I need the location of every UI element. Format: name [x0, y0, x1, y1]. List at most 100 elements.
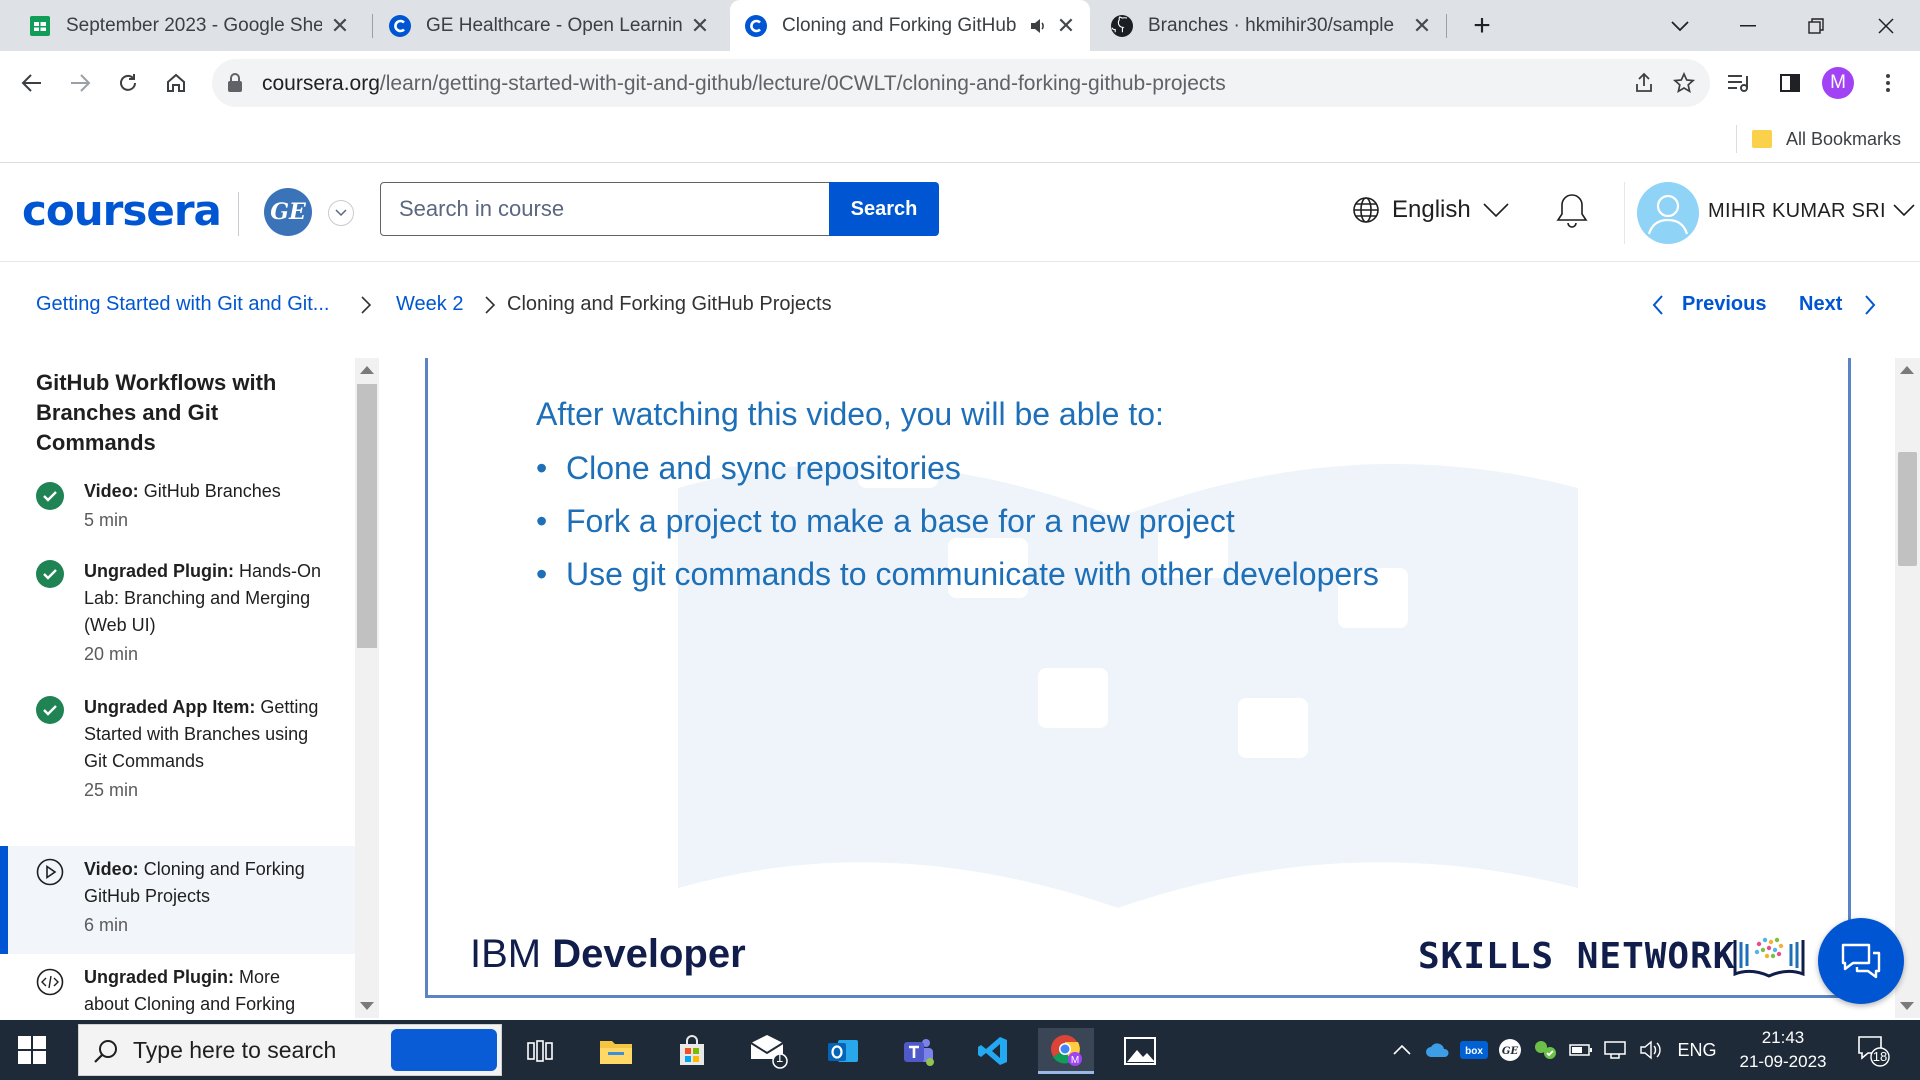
- system-clock[interactable]: 21:43 21-09-2023: [1728, 1026, 1838, 1074]
- chrome-icon[interactable]: M: [1038, 1028, 1094, 1074]
- sidebar-scrollbar[interactable]: [355, 358, 379, 1018]
- chat-bubbles-icon: [1841, 943, 1881, 979]
- item-type: Ungraded Plugin:: [84, 967, 234, 987]
- lock-icon[interactable]: [226, 72, 244, 94]
- microsoft-store-icon[interactable]: [664, 1028, 720, 1074]
- outline-item[interactable]: Ungraded App Item: Getting Started with …: [0, 686, 355, 846]
- folder-icon: [1752, 130, 1772, 148]
- search-button[interactable]: Search: [829, 182, 939, 236]
- notification-center-icon[interactable]: 18: [1856, 1034, 1890, 1068]
- org-switcher-chevron-icon[interactable]: [328, 200, 354, 226]
- taskbar-search-placeholder: Type here to search: [133, 1037, 337, 1063]
- taskbar-search-box[interactable]: Type here to search: [78, 1024, 502, 1076]
- tab-title: Branches · hkmihir30/sample: [1148, 14, 1395, 36]
- svg-text:GE: GE: [1502, 1046, 1519, 1057]
- breadcrumb-course[interactable]: Getting Started with Git and Git...: [36, 293, 329, 316]
- header-divider: [238, 192, 239, 236]
- video-player[interactable]: After watching this video, you will be a…: [425, 358, 1851, 998]
- task-view-icon[interactable]: [512, 1028, 568, 1074]
- address-bar[interactable]: coursera.org/learn/getting-started-with-…: [212, 59, 1710, 107]
- input-language[interactable]: ENG: [1674, 1020, 1720, 1080]
- onedrive-icon[interactable]: [1422, 1020, 1454, 1080]
- ethernet-icon[interactable]: [1600, 1020, 1630, 1080]
- coursera-logo[interactable]: coursera: [22, 186, 222, 235]
- mail-icon[interactable]: 1: [740, 1028, 796, 1074]
- ge-tray-icon[interactable]: GE: [1494, 1020, 1526, 1080]
- reload-icon[interactable]: [110, 65, 146, 101]
- user-name[interactable]: MIHIR KUMAR SRI...: [1708, 200, 1884, 223]
- all-bookmarks-label: All Bookmarks: [1786, 128, 1902, 149]
- show-hidden-icons-chevron-icon[interactable]: [1388, 1020, 1416, 1080]
- minimize-window-icon[interactable]: [1728, 0, 1768, 51]
- notifications-bell-icon[interactable]: [1554, 192, 1590, 230]
- coursera-favicon-icon: [388, 14, 412, 38]
- scroll-up-arrow-icon[interactable]: [1900, 366, 1914, 374]
- close-window-icon[interactable]: [1866, 0, 1906, 51]
- outline-item-current[interactable]: Video: Cloning and Forking GitHub Projec…: [0, 846, 355, 954]
- tab-github-branches[interactable]: Branches · hkmihir30/sample ✕: [1096, 0, 1446, 51]
- network-status-tray-icon[interactable]: [1530, 1020, 1562, 1080]
- chevron-down-icon[interactable]: [1893, 204, 1915, 218]
- browser-toolbar: coursera.org/learn/getting-started-with-…: [0, 51, 1920, 115]
- search-icon: [93, 1038, 119, 1064]
- ge-logo[interactable]: GE: [264, 188, 312, 236]
- active-indicator: [0, 846, 8, 954]
- scroll-up-arrow-icon[interactable]: [360, 366, 374, 374]
- scroll-down-arrow-icon[interactable]: [1900, 1002, 1914, 1010]
- scrollbar-thumb[interactable]: [357, 384, 377, 648]
- restore-window-icon[interactable]: [1796, 0, 1836, 51]
- item-duration: 6 min: [84, 915, 129, 935]
- language-selector[interactable]: English: [1352, 196, 1509, 224]
- tab-search-icon[interactable]: [1660, 0, 1700, 51]
- battery-icon[interactable]: [1566, 1020, 1596, 1080]
- windows-start-icon[interactable]: [18, 1036, 46, 1064]
- all-bookmarks-button[interactable]: All Bookmarks: [1752, 123, 1901, 155]
- browser-menu-icon[interactable]: [1870, 65, 1906, 101]
- volume-icon[interactable]: [1636, 1020, 1666, 1080]
- item-duration: 5 min: [84, 510, 129, 530]
- tab-google-sheets[interactable]: September 2023 - Google Sheets ✕: [14, 0, 364, 51]
- scroll-down-arrow-icon[interactable]: [360, 1002, 374, 1010]
- course-search-input[interactable]: [380, 182, 830, 236]
- close-tab-icon[interactable]: ✕: [690, 13, 710, 39]
- chat-support-button[interactable]: [1818, 918, 1904, 1004]
- outline-item[interactable]: Ungraded Plugin: More about Cloning and …: [0, 954, 355, 1018]
- home-icon[interactable]: [158, 65, 194, 101]
- share-icon[interactable]: [1626, 65, 1662, 101]
- tab-ge-healthcare[interactable]: GE Healthcare - Open Learning Platform ✕: [374, 0, 724, 51]
- new-tab-button[interactable]: +: [1462, 0, 1502, 51]
- vscode-icon[interactable]: [965, 1028, 1021, 1074]
- photos-icon[interactable]: [1112, 1028, 1168, 1074]
- page-scrollbar[interactable]: [1895, 358, 1920, 1018]
- close-tab-icon[interactable]: ✕: [1412, 13, 1432, 39]
- skills-network-book-icon: [1733, 937, 1805, 978]
- url-text[interactable]: coursera.org/learn/getting-started-with-…: [262, 72, 1226, 96]
- item-title: GitHub Branches: [143, 481, 281, 501]
- tab-cloning-forking[interactable]: Cloning and Forking GitHub Projects ✕: [730, 0, 1090, 51]
- back-icon[interactable]: [14, 65, 50, 101]
- side-panel-icon[interactable]: [1772, 65, 1808, 101]
- outlook-icon[interactable]: [815, 1028, 871, 1074]
- speaker-icon[interactable]: [1028, 16, 1048, 36]
- previous-button[interactable]: Previous: [1652, 293, 1766, 316]
- forward-icon[interactable]: [62, 65, 98, 101]
- microsoft-teams-icon[interactable]: [890, 1028, 946, 1074]
- close-tab-icon[interactable]: ✕: [330, 13, 350, 39]
- breadcrumb-week[interactable]: Week 2: [396, 293, 463, 316]
- play-circle-icon: [36, 858, 64, 886]
- google-sheets-icon: [28, 14, 52, 38]
- media-control-icon[interactable]: [1720, 65, 1756, 101]
- bookmark-star-icon[interactable]: [1666, 65, 1702, 101]
- user-avatar[interactable]: [1637, 182, 1699, 244]
- close-tab-icon[interactable]: ✕: [1056, 13, 1076, 39]
- next-button[interactable]: Next: [1799, 293, 1876, 316]
- outline-item[interactable]: Ungraded Plugin: Hands-On Lab: Branching…: [0, 550, 355, 686]
- file-explorer-icon[interactable]: [588, 1028, 644, 1074]
- box-icon[interactable]: box: [1458, 1020, 1490, 1080]
- scrollbar-thumb[interactable]: [1898, 452, 1917, 566]
- slide-bullet-list: Clone and sync repositories Fork a proje…: [536, 450, 1379, 609]
- globe-icon: [1352, 196, 1380, 224]
- profile-avatar[interactable]: M: [1820, 65, 1856, 101]
- clock-time: 21:43: [1761, 1028, 1805, 1047]
- outline-item[interactable]: Video: GitHub Branches 5 min: [0, 468, 355, 550]
